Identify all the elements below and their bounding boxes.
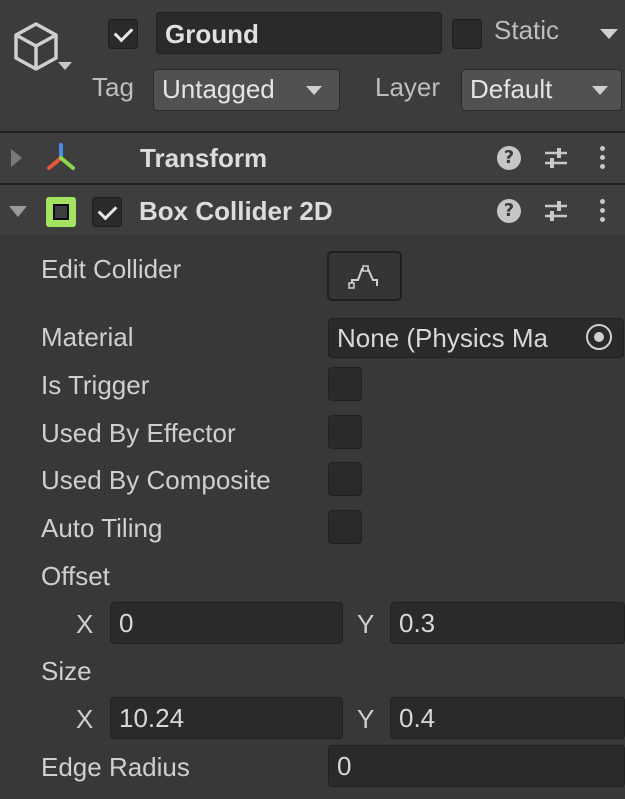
object-name-field[interactable]: Ground xyxy=(156,12,442,54)
offset-y-field[interactable]: 0.3 xyxy=(390,602,625,644)
size-x-label: X xyxy=(76,704,94,734)
layer-label: Layer xyxy=(375,72,441,102)
used-by-composite-label: Used By Composite xyxy=(41,465,271,495)
static-label: Static xyxy=(494,15,560,45)
gameobject-cube-icon[interactable] xyxy=(10,18,62,74)
edit-collider-label: Edit Collider xyxy=(41,254,182,284)
chevron-down-icon xyxy=(306,86,322,95)
size-y-field[interactable]: 0.4 xyxy=(390,697,625,739)
static-dropdown-arrow-icon[interactable] xyxy=(600,29,618,39)
size-label: Size xyxy=(41,656,92,686)
material-label: Material xyxy=(41,322,134,352)
size-y-label: Y xyxy=(357,704,375,734)
static-checkbox[interactable] xyxy=(452,19,482,49)
size-x-field[interactable]: 10.24 xyxy=(110,697,343,739)
auto-tiling-checkbox[interactable] xyxy=(328,510,362,544)
offset-y-label: Y xyxy=(357,609,375,639)
is-trigger-label: Is Trigger xyxy=(41,370,150,400)
used-by-effector-checkbox[interactable] xyxy=(328,415,362,449)
offset-x-label: X xyxy=(76,609,94,639)
box-collider-title: Box Collider 2D xyxy=(139,196,333,226)
layer-dropdown[interactable]: Default xyxy=(461,69,622,111)
context-menu-icon[interactable] xyxy=(600,199,606,225)
offset-x-field[interactable]: 0 xyxy=(110,602,343,644)
edge-radius-field[interactable]: 0 xyxy=(328,745,625,787)
checkmark-icon xyxy=(113,22,134,43)
edge-radius-label: Edge Radius xyxy=(41,752,190,782)
presets-sliders-icon[interactable] xyxy=(543,146,569,170)
edit-collider-button[interactable] xyxy=(327,251,402,301)
used-by-composite-checkbox[interactable] xyxy=(328,462,362,496)
transform-axes-icon xyxy=(47,143,75,170)
transform-title: Transform xyxy=(140,143,268,173)
is-trigger-checkbox[interactable] xyxy=(328,367,362,401)
foldout-expanded-icon[interactable] xyxy=(9,206,27,217)
box-collider-2d-icon xyxy=(46,197,76,227)
used-by-effector-label: Used By Effector xyxy=(41,418,236,448)
tag-dropdown[interactable]: Untagged xyxy=(153,69,340,111)
object-picker-icon[interactable] xyxy=(586,324,612,350)
active-checkbox[interactable] xyxy=(108,19,138,49)
context-menu-icon[interactable] xyxy=(600,146,606,172)
material-object-field[interactable]: None (Physics Ma xyxy=(328,318,624,358)
auto-tiling-label: Auto Tiling xyxy=(41,513,163,543)
layer-value: Default xyxy=(470,74,553,104)
chevron-down-icon xyxy=(592,86,608,95)
checkmark-icon xyxy=(97,200,118,221)
transform-component-header[interactable] xyxy=(0,133,625,183)
icon-dropdown-arrow-icon[interactable] xyxy=(58,62,72,70)
offset-label: Offset xyxy=(41,561,110,591)
presets-sliders-icon[interactable] xyxy=(543,199,569,223)
help-icon[interactable]: ? xyxy=(497,199,521,223)
component-enabled-checkbox[interactable] xyxy=(92,197,122,227)
help-icon[interactable]: ? xyxy=(497,146,521,170)
tag-value: Untagged xyxy=(162,74,275,104)
tag-label: Tag xyxy=(92,72,134,102)
edit-collider-shape-icon xyxy=(348,265,378,289)
foldout-collapsed-icon[interactable] xyxy=(11,149,22,167)
